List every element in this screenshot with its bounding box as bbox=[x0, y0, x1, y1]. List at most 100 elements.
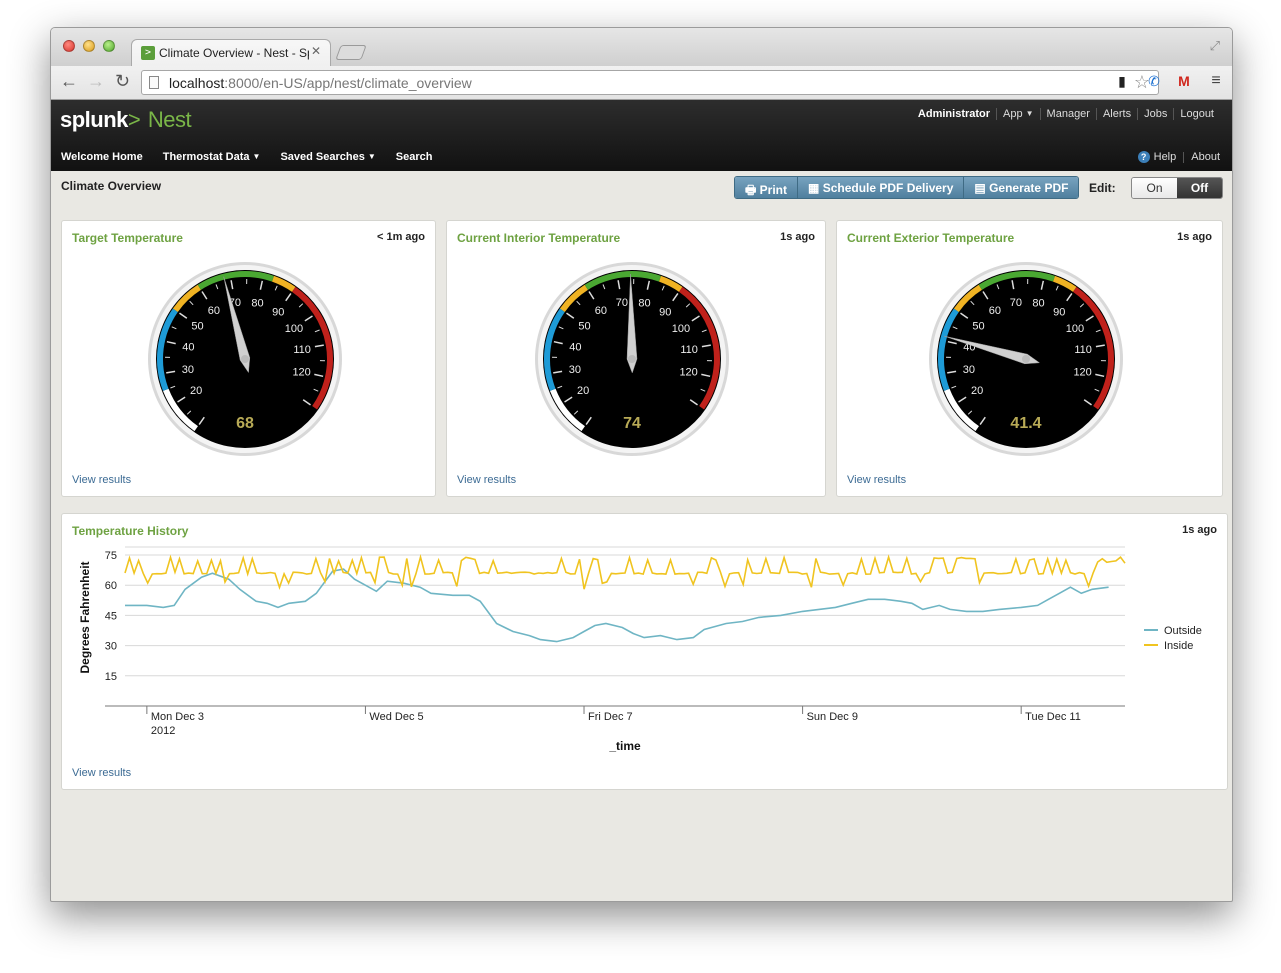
splunk-header: splunk> Nest Administrator App ▼ Manager … bbox=[51, 100, 1232, 171]
gauge-needle-hub bbox=[241, 355, 249, 363]
gauge-value: 41.4 bbox=[1010, 415, 1041, 432]
page-title: Climate Overview bbox=[61, 179, 162, 193]
gauge-tick-label: 90 bbox=[272, 306, 284, 318]
browser-tab[interactable]: > Climate Overview - Nest - Sp ✕ bbox=[131, 39, 331, 66]
nav-administrator[interactable]: Administrator bbox=[912, 108, 996, 120]
gauge-tick-label: 80 bbox=[1032, 297, 1044, 309]
gauge-tick-label: 120 bbox=[1073, 367, 1091, 379]
gauge-tick-label: 110 bbox=[680, 344, 698, 356]
gauge-tick-label: 20 bbox=[577, 385, 589, 397]
gauge-tick-label: 100 bbox=[285, 323, 303, 335]
pdf-button-group: 🖶 Print ▦ Schedule PDF Delivery ▤ Genera… bbox=[734, 176, 1080, 199]
tab-title: Climate Overview - Nest - Sp bbox=[159, 46, 309, 60]
help-icon[interactable]: ? bbox=[1137, 151, 1150, 163]
address-bar[interactable]: localhost:8000/en-US/app/nest/climate_ov… bbox=[141, 70, 1159, 95]
view-results-link[interactable]: View results bbox=[847, 474, 906, 486]
x-axis-title: _time bbox=[608, 739, 641, 753]
gauge-tick-label: 20 bbox=[971, 385, 983, 397]
extension-skype-icon[interactable]: ✆ bbox=[1145, 72, 1163, 90]
chevron-down-icon: ▼ bbox=[367, 152, 376, 161]
gauge-tick-label: 120 bbox=[292, 367, 310, 379]
page-icon bbox=[149, 76, 159, 89]
nav-thermostat-data[interactable]: Thermostat Data ▼ bbox=[163, 151, 261, 163]
print-button[interactable]: 🖶 Print bbox=[735, 177, 798, 198]
close-tab-icon[interactable]: ✕ bbox=[311, 44, 321, 58]
gauge-tick-label: 110 bbox=[293, 344, 311, 356]
top-nav: Administrator App ▼ Manager Alerts Jobs L… bbox=[912, 108, 1220, 120]
y-tick-label: 60 bbox=[105, 580, 117, 592]
x-tick-label: Wed Dec 5 bbox=[369, 711, 423, 723]
gauge-tick-label: 50 bbox=[578, 321, 590, 333]
nav-logout[interactable]: Logout bbox=[1173, 108, 1220, 120]
gauge-tick-label: 60 bbox=[208, 305, 220, 317]
x-tick-label: Sun Dec 9 bbox=[807, 711, 858, 723]
gauge-tick-label: 80 bbox=[638, 297, 650, 309]
y-tick-label: 30 bbox=[105, 641, 117, 653]
maximize-window-button[interactable] bbox=[103, 40, 115, 52]
gauge-needle-hub bbox=[1022, 355, 1030, 363]
nav-app[interactable]: App ▼ bbox=[996, 108, 1040, 120]
new-tab-button[interactable] bbox=[335, 45, 367, 60]
back-arrow-icon[interactable]: ← bbox=[60, 71, 78, 92]
series-line-outside bbox=[125, 568, 1109, 643]
edit-toggle[interactable]: On Off bbox=[1131, 177, 1223, 199]
series-line-inside bbox=[124, 554, 1126, 590]
gauge-value: 68 bbox=[236, 415, 254, 432]
nav-welcome-home[interactable]: Welcome Home bbox=[61, 151, 143, 163]
gmail-icon[interactable]: M bbox=[1175, 72, 1193, 90]
gauge-panel-interior: Current Interior Temperature 1s ago 20 30… bbox=[446, 220, 826, 497]
nav-manager[interactable]: Manager bbox=[1039, 108, 1096, 120]
gauge-tick-label: 50 bbox=[972, 321, 984, 333]
nav-search[interactable]: Search bbox=[396, 151, 433, 163]
nav-help[interactable]: Help bbox=[1154, 151, 1177, 163]
gauge-chart: 203040506070 809010011012068 bbox=[148, 262, 342, 456]
view-results-link[interactable]: View results bbox=[72, 474, 131, 486]
nav-jobs[interactable]: Jobs bbox=[1137, 108, 1173, 120]
temperature-line-chart: 15 30 45 60 75 Mon Dec 3 2012 Wed Dec 5 Fri Dec … bbox=[78, 546, 1202, 753]
chevron-down-icon: ▼ bbox=[252, 152, 261, 161]
gauge-tick-label: 100 bbox=[1066, 323, 1084, 335]
gauge-tick-label: 20 bbox=[190, 385, 202, 397]
menu-icon[interactable]: ≡ bbox=[1207, 72, 1225, 90]
splunk-logo[interactable]: splunk> Nest bbox=[60, 107, 192, 133]
gauge-tick-label: 120 bbox=[679, 367, 697, 379]
gauge-tick-label: 100 bbox=[672, 323, 690, 335]
gauge-tick-label: 110 bbox=[1074, 344, 1092, 356]
minimize-window-button[interactable] bbox=[83, 40, 95, 52]
view-results-link[interactable]: View results bbox=[457, 474, 516, 486]
x-tick-sublabel: 2012 bbox=[151, 725, 175, 737]
y-tick-label: 45 bbox=[105, 610, 117, 622]
nav-alerts[interactable]: Alerts bbox=[1095, 108, 1137, 120]
gauge-tick-label: 80 bbox=[251, 297, 263, 309]
title-bar: > Climate Overview - Nest - Sp ✕ ⤢ bbox=[51, 28, 1232, 66]
schedule-pdf-button[interactable]: ▦ Schedule PDF Delivery bbox=[797, 177, 964, 198]
gauge-panel-target: Target Temperature < 1m ago 20 30 40 50 60 70… bbox=[61, 220, 436, 497]
reload-icon[interactable]: ↻ bbox=[115, 71, 130, 92]
nav-about[interactable]: About bbox=[1191, 151, 1220, 163]
edit-off-button[interactable]: Off bbox=[1177, 178, 1222, 198]
fullscreen-icon[interactable]: ⤢ bbox=[1210, 38, 1220, 54]
gauge-chart: 203040506070 809010011012041.4 bbox=[929, 262, 1123, 456]
nav-saved-searches[interactable]: Saved Searches ▼ bbox=[280, 151, 375, 163]
gauge-tick-label: 40 bbox=[569, 341, 581, 353]
y-tick-label: 75 bbox=[105, 550, 117, 562]
legend-label: Outside bbox=[1164, 625, 1202, 637]
gauge-panel-exterior: Current Exterior Temperature 1s ago 20 30… bbox=[836, 220, 1223, 497]
extension-phone-icon[interactable]: ▮ bbox=[1113, 72, 1131, 90]
gauge-tick-label: 30 bbox=[182, 364, 194, 376]
browser-window: > Climate Overview - Nest - Sp ✕ ⤢ ← → ↻… bbox=[50, 27, 1233, 902]
view-results-link[interactable]: View results bbox=[72, 767, 131, 779]
generate-pdf-button[interactable]: ▤ Generate PDF bbox=[963, 177, 1079, 198]
forward-arrow-icon[interactable]: → bbox=[87, 71, 105, 92]
gauge-tick-label: 40 bbox=[182, 341, 194, 353]
chevron-down-icon: ▼ bbox=[1025, 109, 1034, 118]
edit-on-button[interactable]: On bbox=[1132, 178, 1177, 198]
x-tick-label: Fri Dec 7 bbox=[588, 711, 633, 723]
edit-label: Edit: bbox=[1089, 181, 1116, 195]
gauge-tick-label: 30 bbox=[963, 364, 975, 376]
close-window-button[interactable] bbox=[63, 40, 75, 52]
x-tick-label: Tue Dec 11 bbox=[1025, 711, 1081, 723]
y-axis-title: Degrees Fahrenheit bbox=[78, 561, 92, 673]
y-tick-label: 15 bbox=[105, 671, 117, 683]
gauge-value: 74 bbox=[623, 415, 641, 432]
